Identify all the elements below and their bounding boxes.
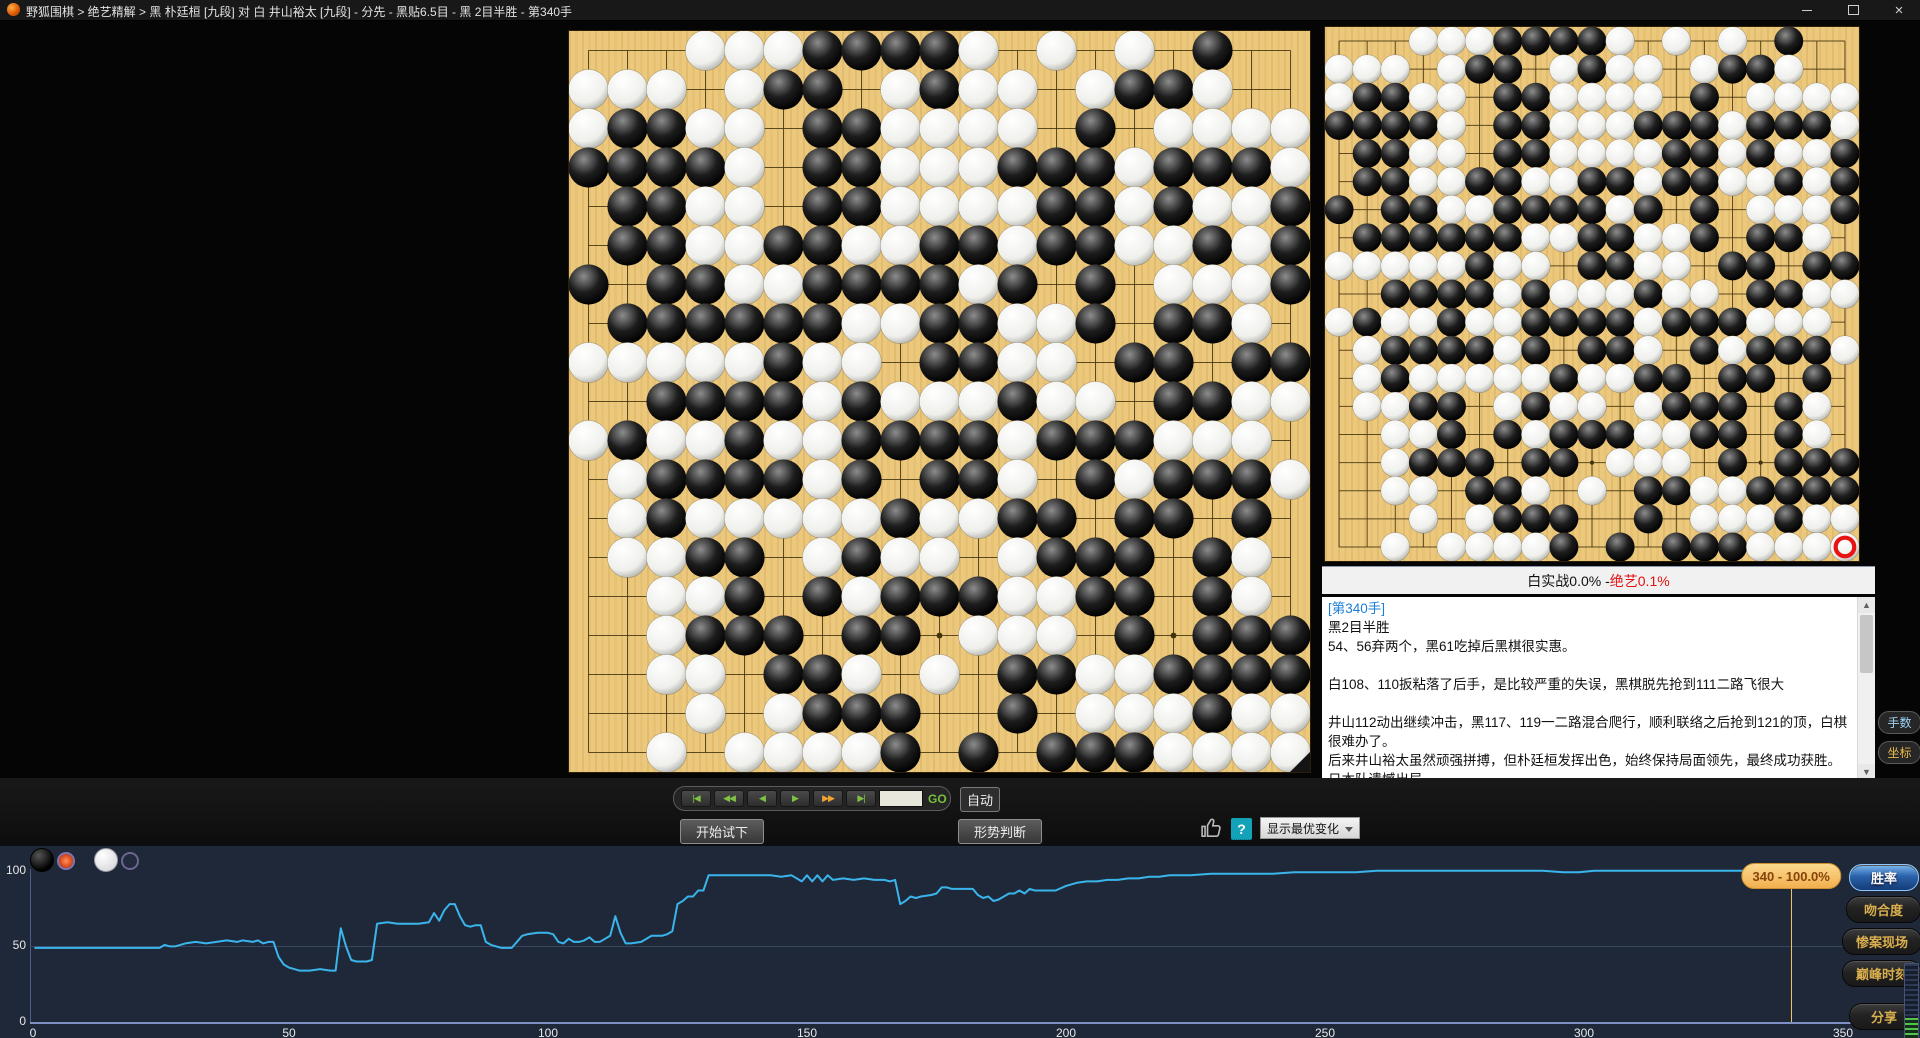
show-coordinates-button[interactable]: 坐标 (1878, 741, 1920, 764)
graph-zoom-slider[interactable] (1904, 963, 1919, 1038)
commentary-line: 白108、110扳粘落了后手，是比较严重的失误，黑棋脱先抢到111二路飞很大 (1328, 675, 1854, 694)
close-button[interactable]: × (1880, 0, 1918, 20)
thumbs-up-icon[interactable] (1198, 815, 1224, 841)
graph-button-胜率[interactable]: 胜率 (1849, 864, 1919, 891)
playback-last-button[interactable]: ▶| (846, 790, 876, 807)
position-judgment-button[interactable]: 形势判断 (958, 819, 1042, 844)
dropdown-value: 显示最优变化 (1267, 820, 1339, 837)
playback-first-button[interactable]: |◀ (681, 790, 711, 807)
commentary-line: [第340手] (1328, 599, 1854, 618)
playback-bar: |◀◀◀◀▶▶▶▶| GO (673, 786, 951, 811)
playback-fast-forward-button[interactable]: ▶▶ (813, 790, 843, 807)
commentary-line: 井山112动出继续冲击，黑117、119一二路混合爬行，顺利联络之后抢到121的… (1328, 713, 1854, 751)
go-button[interactable]: GO (928, 792, 947, 806)
main-go-board[interactable] (569, 31, 1310, 772)
winrate-caption: 白实战0.0% - 绝艺0.1% (1322, 566, 1875, 594)
current-move-tooltip: 340 - 100.0% (1742, 863, 1841, 889)
maximize-icon (1848, 5, 1859, 15)
best-variation-dropdown[interactable]: 显示最优变化 (1260, 817, 1360, 839)
commentary-line: 黑2目半胜 (1328, 618, 1854, 637)
minimize-icon (1802, 10, 1812, 11)
winrate-caption-actual: 白实战0.0% - (1527, 571, 1609, 591)
scroll-up-icon[interactable]: ▲ (1858, 597, 1875, 613)
commentary-scrollbar[interactable]: ▲ ▼ (1857, 597, 1875, 780)
winrate-caption-ai: 绝艺0.1% (1610, 571, 1670, 591)
scrollbar-thumb[interactable] (1860, 615, 1873, 673)
auto-play-button[interactable]: 自动 (960, 787, 1000, 812)
chevron-down-icon (1345, 827, 1353, 832)
commentary-line (1328, 694, 1854, 713)
commentary-panel: [第340手]黑2目半胜54、56弃两个，黑61吃掉后黑棋很实惠。白108、11… (1322, 597, 1875, 780)
app-window: 野狐围棋 > 绝艺精解 > 黑 朴廷桓 [九段] 对 白 井山裕太 [九段] -… (0, 0, 1920, 1038)
board-resize-handle-icon[interactable] (1290, 752, 1310, 772)
commentary-line: 54、56弃两个，黑61吃掉后黑棋很实惠。 (1328, 637, 1854, 656)
slider-active-range (1905, 1018, 1918, 1038)
help-button[interactable]: ? (1231, 818, 1252, 840)
playback-back-button[interactable]: ◀ (747, 790, 777, 807)
current-move-marker-line (1791, 888, 1792, 1022)
window-title: 野狐围棋 > 绝艺精解 > 黑 朴廷桓 [九段] 对 白 井山裕太 [九段] -… (26, 3, 572, 20)
title-bar: 野狐围棋 > 绝艺精解 > 黑 朴廷桓 [九段] 对 白 井山裕太 [九段] -… (0, 0, 1920, 21)
commentary-text: [第340手]黑2目半胜54、56弃两个，黑61吃掉后黑棋很实惠。白108、11… (1328, 599, 1854, 789)
winrate-graph-area: 050100 050100150200250300350 340 - 100.0… (0, 845, 1920, 1038)
minimize-button[interactable] (1788, 0, 1826, 20)
graph-button-吻合度[interactable]: 吻合度 (1846, 896, 1920, 923)
commentary-line (1328, 656, 1854, 675)
playback-buttons: |◀◀◀◀▶▶▶▶| (681, 790, 876, 807)
winrate-curve (0, 846, 1920, 1038)
start-trial-button[interactable]: 开始试下 (680, 819, 764, 844)
playback-fast-back-button[interactable]: ◀◀ (714, 790, 744, 807)
show-move-numbers-button[interactable]: 手数 (1878, 711, 1920, 734)
graph-button-惨案现场[interactable]: 惨案现场 (1842, 928, 1920, 955)
fox-go-logo-icon (7, 3, 20, 16)
maximize-button[interactable] (1834, 0, 1872, 20)
ai-reference-go-board[interactable] (1325, 27, 1859, 561)
move-number-input[interactable] (879, 790, 923, 807)
playback-forward-button[interactable]: ▶ (780, 790, 810, 807)
